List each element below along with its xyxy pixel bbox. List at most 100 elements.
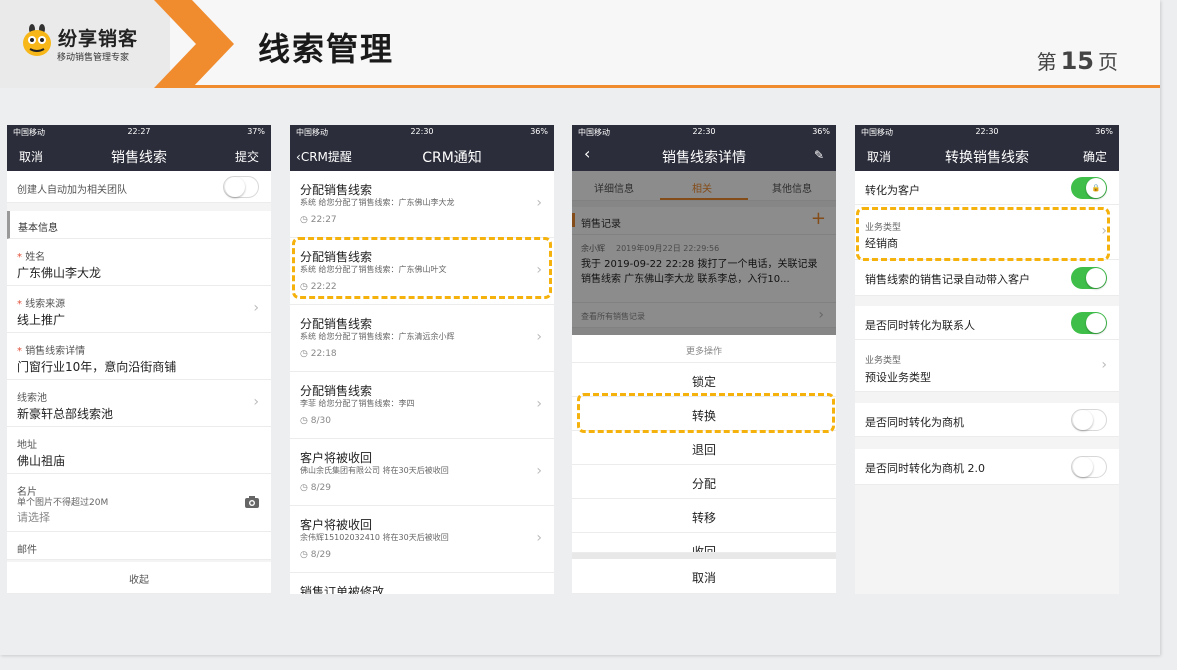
notification-title: 分配销售线索 xyxy=(300,384,373,398)
pool-label: 线索池 xyxy=(17,393,47,404)
mail-label: 邮件 xyxy=(17,545,37,556)
action-lock[interactable]: 锁定 xyxy=(572,363,836,397)
nav-title: 转换销售线索 xyxy=(945,150,1029,166)
chevron-right-icon: › xyxy=(536,463,542,479)
chevron-right-icon: › xyxy=(1101,357,1107,373)
page-prefix: 第 xyxy=(1036,50,1057,74)
notification-title: 分配销售线索 xyxy=(300,317,373,331)
notification-time: ◷ 8/29 xyxy=(300,483,331,493)
auto-record-row: 销售线索的销售记录自动带入客户 xyxy=(855,260,1119,296)
auto-record-label: 销售线索的销售记录自动带入客户 xyxy=(865,273,1030,286)
detail-field[interactable]: * 销售线索详情 门窗行业10年，意向沿街商铺 xyxy=(7,333,271,380)
to-customer-toggle[interactable]: 🔒 xyxy=(1071,177,1107,199)
notification-time: ◷ 22:18 xyxy=(300,349,337,359)
sheet-title: 更多操作 xyxy=(572,335,836,363)
biz-type-label-2: 业务类型 xyxy=(865,356,902,366)
notification-sub: 系统 给您分配了销售线索：广东佛山李大龙 xyxy=(300,198,455,207)
back-label: CRM提醒 xyxy=(300,150,352,164)
chevron-right-icon: › xyxy=(536,396,542,412)
notification-item[interactable]: 客户将被收回 余伟辉15102032410 将在30天后被收回 ◷ 8/29 › xyxy=(290,506,554,573)
page-number: 第 15 页 xyxy=(1037,46,1118,75)
card-field[interactable]: 名片 单个图片不得超过20M 请选择 xyxy=(7,474,271,532)
name-field[interactable]: * 姓名 广东佛山李大龙 xyxy=(7,239,271,286)
to-opportunity-label: 是否同时转化为商机 xyxy=(865,416,964,429)
highlight-frame xyxy=(856,207,1110,261)
battery: 36% xyxy=(812,127,830,136)
to-contact-toggle[interactable] xyxy=(1071,312,1107,334)
clock: 22:30 xyxy=(975,127,999,136)
pool-field[interactable]: 线索池 新豪轩总部线索池 › xyxy=(7,380,271,427)
section-title: 基本信息 xyxy=(18,223,58,234)
edit-icon[interactable]: ✎ xyxy=(814,148,824,162)
notification-title: 客户将被收回 xyxy=(300,518,373,532)
action-return[interactable]: 退回 xyxy=(572,431,836,465)
submit-button[interactable]: 提交 xyxy=(235,148,259,165)
notification-time: ◷ 8/30 xyxy=(300,416,331,426)
notification-time-text: 22:18 xyxy=(310,349,337,359)
notification-title: 销售订单被修改 xyxy=(300,585,385,594)
chevron-right-icon: › xyxy=(536,195,542,211)
biz-type-field-2[interactable]: 业务类型 预设业务类型 › xyxy=(855,340,1119,392)
mail-field[interactable]: 邮件 xyxy=(7,532,271,560)
collapse-button[interactable]: 收起 xyxy=(7,562,271,594)
auto-team-toggle[interactable] xyxy=(223,176,259,198)
to-opportunity-toggle[interactable] xyxy=(1071,409,1107,431)
status-bar: 中国移动 22:27 37% xyxy=(7,125,271,139)
detail-label: 销售线索详情 xyxy=(25,346,86,357)
notification-item[interactable]: 分配销售线索 系统 给您分配了销售线索：广东清远余小辉 ◷ 22:18 › xyxy=(290,305,554,372)
chevron-right-icon: › xyxy=(253,300,259,316)
highlight-frame xyxy=(577,393,835,433)
phone-convert-lead: 中国移动 22:30 36% 取消 转换销售线索 确定 转化为客户 🔒 业务类型… xyxy=(855,125,1119,594)
camera-icon[interactable] xyxy=(245,496,259,508)
auto-record-toggle[interactable] xyxy=(1071,267,1107,289)
detail-label-wrap: * 销售线索详情 xyxy=(17,346,86,357)
brand-name: 纷享销客 xyxy=(58,28,139,50)
back-button[interactable]: ‹CRM提醒 xyxy=(296,148,352,165)
to-contact-row: 是否同时转化为联系人 xyxy=(855,306,1119,340)
notification-item[interactable]: 销售订单被修改 xyxy=(290,573,554,594)
notification-time: ◷ 22:27 xyxy=(300,215,337,225)
collapse-label: 收起 xyxy=(129,575,149,586)
clock-icon: ◷ xyxy=(300,550,311,560)
pool-value: 新豪轩总部线索池 xyxy=(17,407,114,421)
source-label-wrap: * 线索来源 xyxy=(17,299,66,310)
page-suffix: 页 xyxy=(1098,50,1118,74)
battery: 37% xyxy=(247,127,265,136)
logo: 纷享销客 移动销售管理专家 xyxy=(0,0,170,88)
notification-item[interactable]: 分配销售线索 李菲 给您分配了销售线索：李四 ◷ 8/30 › xyxy=(290,372,554,439)
phone-crm-notifications: 中国移动 22:30 36% ‹CRM提醒 CRM通知 分配销售线索 系统 给您… xyxy=(290,125,554,594)
action-reclaim[interactable]: 收回 xyxy=(572,533,836,553)
to-opportunity2-toggle[interactable] xyxy=(1071,456,1107,478)
notification-time-text: 8/29 xyxy=(310,483,331,493)
action-assign[interactable]: 分配 xyxy=(572,465,836,499)
notification-title: 分配销售线索 xyxy=(300,183,373,197)
source-field[interactable]: * 线索来源 线上推广 › xyxy=(7,286,271,333)
clock: 22:30 xyxy=(692,127,716,136)
address-value: 佛山祖庙 xyxy=(17,454,66,468)
modal-overlay[interactable] xyxy=(572,171,836,335)
to-customer-label: 转化为客户 xyxy=(865,184,920,197)
toggle-knob xyxy=(1073,457,1093,477)
biz-type-value-2: 预设业务类型 xyxy=(865,371,931,384)
notification-item[interactable]: 客户将被收回 佛山余氏集团有限公司 将在30天后被收回 ◷ 8/29 › xyxy=(290,439,554,506)
confirm-button[interactable]: 确定 xyxy=(1083,148,1107,165)
chevron-right-icon: › xyxy=(253,394,259,410)
nav-title: 销售线索详情 xyxy=(662,150,746,166)
clock-icon: ◷ xyxy=(300,483,311,493)
notification-item[interactable]: 分配销售线索 系统 给您分配了销售线索：广东佛山李大龙 ◷ 22:27 › xyxy=(290,171,554,238)
auto-team-row: 创建人自动加为相关团队 xyxy=(7,171,271,203)
clock-icon: ◷ xyxy=(300,349,311,359)
brand-tagline: 移动销售管理专家 xyxy=(57,53,130,63)
sheet-cancel-button[interactable]: 取消 xyxy=(572,559,836,594)
notification-time-text: 8/29 xyxy=(310,550,331,560)
address-field[interactable]: 地址 佛山祖庙 xyxy=(7,427,271,474)
notification-sub: 系统 给您分配了销售线索：广东清远余小辉 xyxy=(300,332,455,341)
phone-new-lead: 中国移动 22:27 37% 取消 销售线索 提交 创建人自动加为相关团队 基本… xyxy=(7,125,271,594)
clock-icon: ◷ xyxy=(300,416,311,426)
to-opportunity2-row: 是否同时转化为商机 2.0 xyxy=(855,449,1119,485)
nav-bar: ‹ 销售线索详情 ✎ xyxy=(572,139,836,171)
action-transfer[interactable]: 转移 xyxy=(572,499,836,533)
nav-bar: 取消 转换销售线索 确定 xyxy=(855,139,1119,171)
notification-sub: 余伟辉15102032410 将在30天后被收回 xyxy=(300,533,449,542)
phone-lead-detail: 中国移动 22:30 36% ‹ 销售线索详情 ✎ 详细信息 相关 其他信息 销… xyxy=(572,125,836,594)
